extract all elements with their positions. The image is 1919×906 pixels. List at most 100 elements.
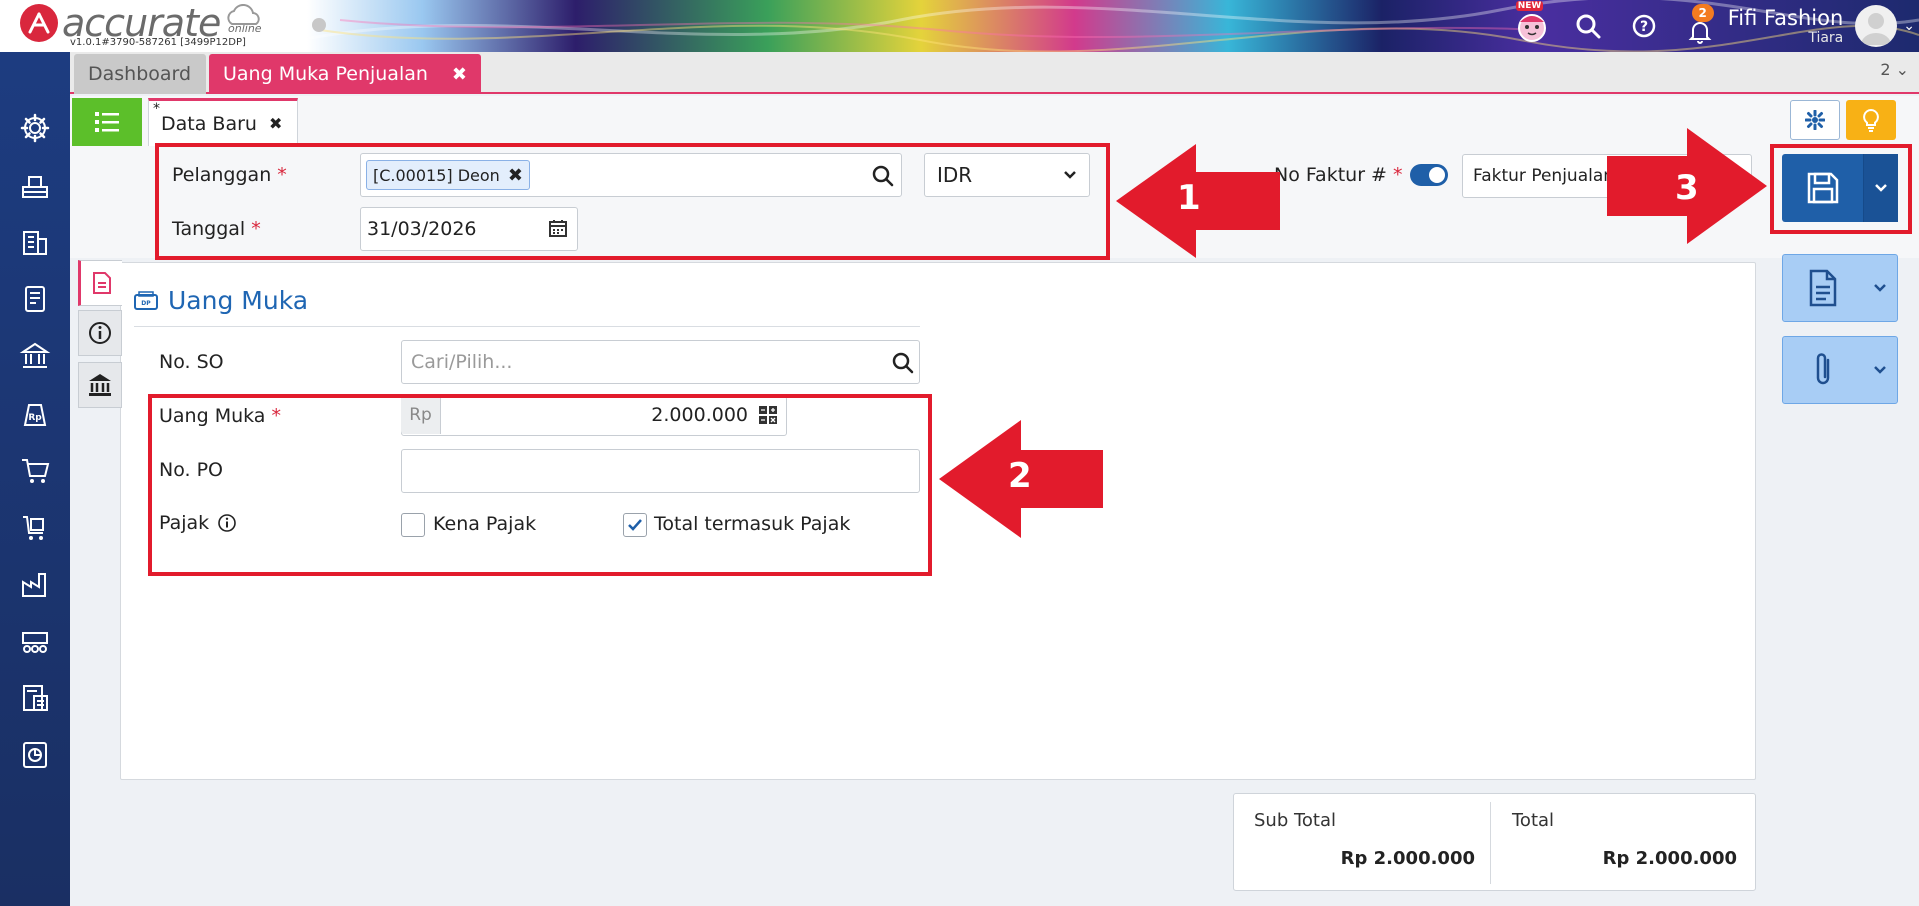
total-value: Rp 2.000.000 bbox=[1602, 848, 1737, 869]
user-name: Tiara bbox=[1808, 30, 1844, 46]
annotation-box-1 bbox=[155, 143, 1110, 260]
no-faktur-label-text: No Faktur # bbox=[1274, 164, 1387, 186]
tab-dashboard-label: Dashboard bbox=[88, 63, 192, 85]
no-faktur-label: No Faktur # * bbox=[1274, 164, 1402, 186]
notification-button[interactable]: 2 bbox=[1672, 0, 1728, 52]
svg-text:Rp: Rp bbox=[28, 413, 42, 423]
sidebar-item-tax[interactable] bbox=[17, 680, 53, 716]
document-button[interactable] bbox=[1783, 255, 1863, 321]
doc-tab-label: Data Baru bbox=[161, 112, 257, 135]
annotation-number-1: 1 bbox=[1177, 178, 1201, 218]
vtab-info[interactable] bbox=[78, 310, 122, 356]
no-so-input[interactable]: Cari/Pilih... bbox=[401, 340, 920, 384]
factory-icon bbox=[22, 573, 46, 597]
sidebar-item-production[interactable] bbox=[17, 623, 53, 659]
conveyor-icon bbox=[22, 632, 48, 653]
tips-button[interactable] bbox=[1846, 100, 1896, 140]
sidebar-item-inventory[interactable] bbox=[17, 167, 53, 203]
sidebar-item-report[interactable] bbox=[17, 737, 53, 773]
whats-new-button[interactable]: NEW bbox=[1504, 0, 1560, 52]
form-settings-button[interactable] bbox=[1790, 100, 1840, 140]
print-document-button[interactable] bbox=[1782, 254, 1898, 322]
tab-count-dropdown[interactable]: 2 ⌄ bbox=[1880, 60, 1909, 79]
status-dot bbox=[312, 18, 326, 32]
section-divider bbox=[134, 326, 920, 327]
list-icon bbox=[95, 112, 119, 132]
vtab-general[interactable] bbox=[78, 260, 122, 306]
chevron-down-icon[interactable]: ⌄ bbox=[1903, 18, 1915, 34]
close-tab-icon[interactable]: ✖ bbox=[452, 64, 467, 85]
sub-total-label: Sub Total bbox=[1254, 810, 1337, 831]
totals-box: Sub Total Rp 2.000.000 Total Rp 2.000.00… bbox=[1233, 793, 1756, 891]
auto-number-toggle[interactable] bbox=[1410, 164, 1448, 186]
building-icon bbox=[23, 231, 47, 255]
company-name: Fifi Fashion bbox=[1727, 6, 1844, 30]
tab-uang-muka-penjualan[interactable]: Uang Muka Penjualan ✖ bbox=[209, 54, 481, 94]
bank-icon bbox=[19, 342, 51, 368]
totals-divider bbox=[1490, 802, 1491, 884]
user-avatar-icon bbox=[1861, 13, 1892, 45]
doc-tab-data-baru[interactable]: * Data Baru ✖ bbox=[148, 98, 298, 146]
svg-text:?: ? bbox=[1640, 19, 1648, 35]
no-so-label: No. SO bbox=[159, 351, 224, 373]
vtab-bank[interactable] bbox=[78, 362, 122, 408]
sub-total-value: Rp 2.000.000 bbox=[1340, 848, 1475, 869]
search-icon[interactable] bbox=[892, 352, 914, 374]
cloud-icon bbox=[227, 4, 260, 25]
tab-bar: Dashboard Uang Muka Penjualan ✖ 2 ⌄ bbox=[70, 52, 1919, 94]
receivable-icon: Rp bbox=[23, 404, 47, 426]
version-label: v1.0.1#3790-587261 [3499P12DP] bbox=[70, 37, 246, 48]
help-button[interactable]: ? bbox=[1616, 0, 1672, 52]
search-icon bbox=[1576, 14, 1601, 39]
gear-icon bbox=[20, 113, 50, 143]
sidebar-item-ledger[interactable] bbox=[17, 281, 53, 317]
close-doc-icon[interactable]: ✖ bbox=[269, 114, 282, 133]
section-title-text: Uang Muka bbox=[168, 286, 309, 315]
total-label: Total bbox=[1512, 810, 1555, 831]
purchase-icon bbox=[23, 516, 44, 540]
tab-active-label: Uang Muka Penjualan bbox=[223, 63, 428, 85]
avatar[interactable] bbox=[1855, 5, 1898, 47]
attachment-button[interactable] bbox=[1782, 336, 1898, 404]
section-title: DP Uang Muka bbox=[134, 286, 308, 315]
sidebar-item-settings[interactable] bbox=[17, 110, 53, 146]
cart-icon bbox=[22, 459, 50, 483]
logo-mark-icon bbox=[20, 4, 58, 42]
tax-icon bbox=[23, 685, 48, 711]
sidebar-item-receivable[interactable]: Rp bbox=[17, 395, 53, 431]
sidebar-item-bank[interactable] bbox=[17, 338, 53, 374]
ledger-icon bbox=[25, 286, 45, 312]
gear-icon bbox=[1805, 110, 1825, 130]
sidebar: Rp bbox=[0, 52, 70, 906]
top-bar: accurate online v1.0.1#3790-587261 [3499… bbox=[0, 0, 1919, 52]
document-options-button[interactable] bbox=[1863, 255, 1897, 321]
bell-icon bbox=[1688, 22, 1712, 44]
tab-dashboard[interactable]: Dashboard bbox=[74, 54, 206, 94]
attachment-main-button[interactable] bbox=[1783, 337, 1863, 403]
notification-badge: 2 bbox=[1691, 4, 1714, 22]
new-badge: NEW bbox=[1515, 1, 1544, 11]
document-icon bbox=[92, 272, 111, 294]
required-mark: * bbox=[1392, 164, 1403, 186]
list-view-button[interactable] bbox=[72, 98, 142, 146]
inventory-icon bbox=[22, 176, 48, 198]
report-icon bbox=[23, 742, 47, 768]
down-payment-icon: DP bbox=[134, 290, 158, 310]
bank-icon bbox=[89, 374, 111, 396]
sidebar-item-company[interactable] bbox=[17, 224, 53, 260]
search-button[interactable] bbox=[1560, 0, 1616, 52]
sidebar-item-purchase[interactable] bbox=[17, 509, 53, 545]
annotation-number-3: 3 bbox=[1675, 168, 1699, 208]
svg-text:DP: DP bbox=[141, 300, 151, 307]
mascot-icon bbox=[1517, 14, 1546, 42]
sidebar-item-sales[interactable] bbox=[17, 452, 53, 488]
faktur-type-value: Faktur Penjualan bbox=[1473, 166, 1615, 186]
user-info[interactable]: Fifi Fashion Tiara bbox=[1728, 6, 1856, 46]
unsaved-marker: * bbox=[153, 101, 160, 117]
chevron-down-icon bbox=[1874, 366, 1886, 374]
sidebar-item-manufacturing[interactable] bbox=[17, 566, 53, 602]
attachment-options-button[interactable] bbox=[1863, 337, 1897, 403]
help-icon: ? bbox=[1632, 14, 1655, 38]
info-icon bbox=[89, 322, 111, 344]
paperclip-icon bbox=[1816, 353, 1830, 385]
